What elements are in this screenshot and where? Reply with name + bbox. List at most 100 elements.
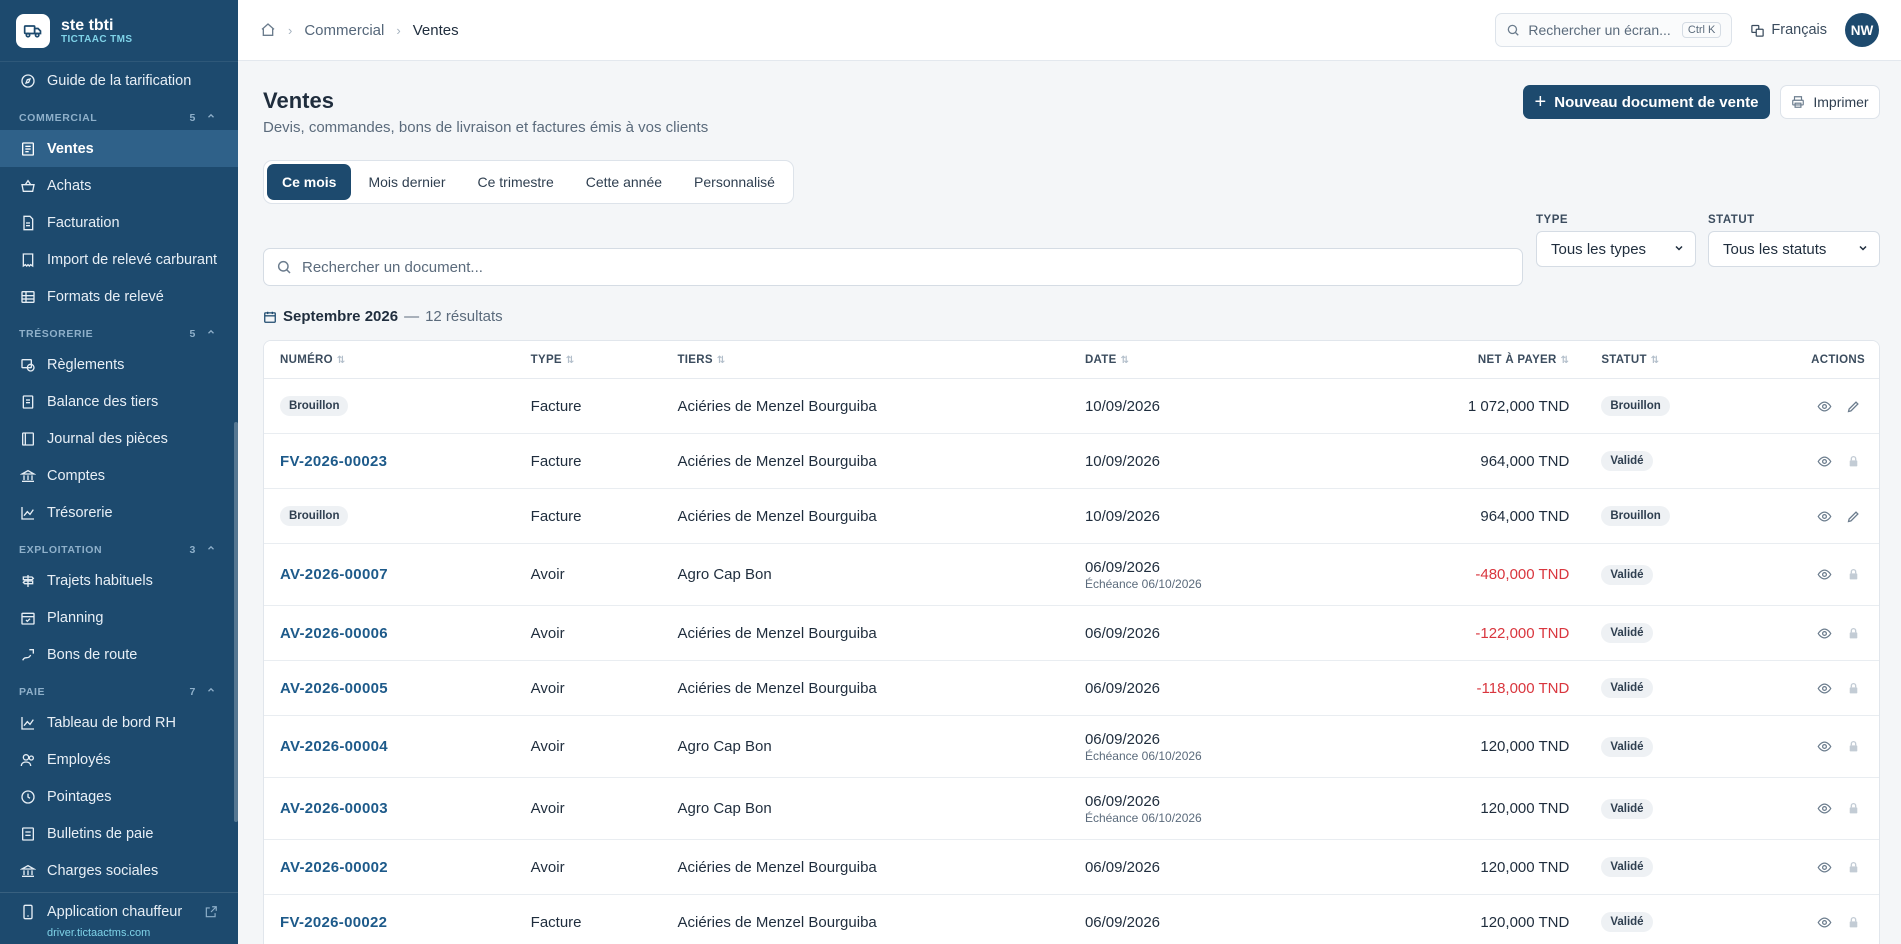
sidebar-item-balance-des-tiers[interactable]: Balance des tiers <box>0 383 238 420</box>
results-count: 12 résultats <box>425 308 503 325</box>
eye-icon[interactable] <box>1817 626 1832 641</box>
col-date[interactable]: DATE ⇅ <box>1085 354 1385 366</box>
sidebar-section-commercial[interactable]: COMMERCIAL 5 <box>0 99 238 130</box>
eye-icon[interactable] <box>1817 454 1832 469</box>
document-number-link[interactable]: AV-2026-00005 <box>280 680 388 697</box>
sidebar-scrollbar[interactable] <box>234 422 238 822</box>
brand[interactable]: ste tbti TICTAAC TMS <box>0 0 238 62</box>
document-number-link[interactable]: AV-2026-00006 <box>280 625 388 642</box>
type-select[interactable]: Tous les types <box>1536 231 1696 267</box>
sidebar-item-facturation[interactable]: Facturation <box>0 204 238 241</box>
sidebar-section-exploitation[interactable]: EXPLOITATION 3 <box>0 531 238 562</box>
date-value: 06/09/2026 <box>1084 792 1161 810</box>
lock-icon <box>1846 802 1861 815</box>
language-switcher[interactable]: Français <box>1750 22 1827 38</box>
cell-type: Avoir <box>530 566 565 583</box>
cell-tiers: Aciéries de Menzel Bourguiba <box>677 452 877 470</box>
sidebar-item-bulletins-de-paie[interactable]: Bulletins de paie <box>0 815 238 852</box>
tab-cette-annee[interactable]: Cette année <box>571 164 677 200</box>
eye-icon[interactable] <box>1817 509 1832 524</box>
col-status[interactable]: STATUT ⇅ <box>1575 354 1740 366</box>
tab-ce-trimestre[interactable]: Ce trimestre <box>463 164 569 200</box>
cell-tiers: Agro Cap Bon <box>677 566 772 583</box>
status-select[interactable]: Tous les statuts <box>1708 231 1880 267</box>
table-row[interactable]: AV-2026-00006 Avoir Aciéries de Menzel Bou… <box>264 606 1879 661</box>
document-number-link[interactable]: AV-2026-00002 <box>280 859 388 876</box>
tab-ce-mois[interactable]: Ce mois <box>267 164 352 200</box>
sidebar-item-journal-des-pieces[interactable]: Journal des pièces <box>0 420 238 457</box>
eye-icon[interactable] <box>1817 801 1832 816</box>
eye-icon[interactable] <box>1817 399 1832 414</box>
table-row[interactable]: AV-2026-00007 Avoir Agro Cap Bon 06/09/2026… <box>264 544 1879 606</box>
sidebar-item-trajets-habituels[interactable]: Trajets habituels <box>0 562 238 599</box>
bank-icon <box>20 468 36 484</box>
document-number-link[interactable]: FV-2026-00023 <box>280 453 387 470</box>
cell-type: Facture <box>530 913 582 931</box>
eye-icon[interactable] <box>1817 915 1832 930</box>
table-row[interactable]: FV-2026-00023 Facture Aciéries de Menzel B… <box>264 434 1879 489</box>
document-number-link[interactable]: FV-2026-00022 <box>280 914 387 931</box>
pencil-icon[interactable] <box>1846 509 1861 524</box>
driver-app-link[interactable]: Application chauffeur <box>20 897 218 927</box>
eye-icon[interactable] <box>1817 860 1832 875</box>
cell-type: Avoir <box>530 679 565 697</box>
eye-icon[interactable] <box>1817 739 1832 754</box>
sidebar-item-formats-de-releve[interactable]: Formats de relevé <box>0 278 238 315</box>
table-row[interactable]: Brouillon Facture Aciéries de Menzel Bourg… <box>264 379 1879 434</box>
table-row[interactable]: AV-2026-00002 Avoir Aciéries de Menzel Bou… <box>264 840 1879 895</box>
sidebar-item-guide-de-la-tarification[interactable]: Guide de la tarification <box>0 62 238 99</box>
chart-line-icon <box>20 505 36 521</box>
document-search-input[interactable]: Rechercher un document... <box>263 248 1523 286</box>
cell-net: -122,000 TND <box>1475 624 1570 642</box>
eye-icon[interactable] <box>1817 567 1832 582</box>
table-row[interactable]: AV-2026-00005 Avoir Aciéries de Menzel Bou… <box>264 661 1879 716</box>
pencil-icon[interactable] <box>1846 399 1861 414</box>
global-search-input[interactable]: Rechercher un écran... Ctrl K <box>1495 13 1733 47</box>
document-number-link[interactable]: AV-2026-00007 <box>280 566 388 583</box>
sidebar-item-tresorerie[interactable]: Trésorerie <box>0 494 238 531</box>
sidebar-item-tableau-de-bord-rh[interactable]: Tableau de bord RH <box>0 704 238 741</box>
col-num[interactable]: NUMÉRO ⇅ <box>264 354 531 366</box>
status-badge: Validé <box>1601 912 1653 932</box>
sidebar-item-planning[interactable]: Planning <box>0 599 238 636</box>
sidebar-item-comptes[interactable]: Comptes <box>0 457 238 494</box>
col-type[interactable]: TYPE ⇅ <box>531 354 678 366</box>
sidebar-item-label: Bulletins de paie <box>47 825 154 842</box>
print-button[interactable]: Imprimer <box>1780 85 1880 119</box>
sidebar-item-charges-sociales[interactable]: Charges sociales <box>0 852 238 889</box>
sidebar-section-paie[interactable]: PAIE 7 <box>0 673 238 704</box>
sidebar-item-achats[interactable]: Achats <box>0 167 238 204</box>
sidebar-item-reglements[interactable]: Règlements <box>0 346 238 383</box>
cell-num: AV-2026-00005 <box>264 680 531 697</box>
sidebar-item-pointages[interactable]: Pointages <box>0 778 238 815</box>
col-net[interactable]: NET À PAYER ⇅ <box>1385 354 1576 366</box>
chevron-up-icon <box>206 543 216 556</box>
table-row[interactable]: FV-2026-00022 Facture Aciéries de Menzel B… <box>264 895 1879 944</box>
col-tiers[interactable]: TIERS ⇅ <box>677 354 1084 366</box>
tab-personnalise[interactable]: Personnalisé <box>679 164 790 200</box>
sidebar-item-employes[interactable]: Employés <box>0 741 238 778</box>
status-select-value: Tous les statuts <box>1723 240 1827 258</box>
sidebar-item-ventes[interactable]: Ventes <box>0 130 238 167</box>
results-summary: Septembre 2026 — 12 résultats <box>263 308 503 325</box>
sidebar-item-import-de-releve-carburant[interactable]: Import de relevé carburant <box>0 241 238 278</box>
cell-type: Facture <box>530 397 582 415</box>
table-row[interactable]: AV-2026-00003 Avoir Agro Cap Bon 06/09/2026… <box>264 778 1879 840</box>
avatar[interactable]: NW <box>1845 13 1879 47</box>
home-icon[interactable] <box>260 22 276 38</box>
document-number-link[interactable]: AV-2026-00003 <box>280 800 388 817</box>
sidebar-item-bons-de-route[interactable]: Bons de route <box>0 636 238 673</box>
table-row[interactable]: Brouillon Facture Aciéries de Menzel Bourg… <box>264 489 1879 544</box>
new-sale-document-button[interactable]: + Nouveau document de vente <box>1523 85 1770 119</box>
users-icon <box>20 752 36 768</box>
page-subtitle: Devis, commandes, bons de livraison et f… <box>263 119 709 136</box>
document-number-link[interactable]: AV-2026-00004 <box>280 738 388 755</box>
plus-icon: + <box>1534 91 1547 113</box>
eye-icon[interactable] <box>1817 681 1832 696</box>
sidebar-section-tresorerie[interactable]: TRÉSORERIE 5 <box>0 315 238 346</box>
breadcrumb-commercial[interactable]: Commercial <box>304 22 384 39</box>
tab-mois-dernier[interactable]: Mois dernier <box>353 164 460 200</box>
table-row[interactable]: AV-2026-00004 Avoir Agro Cap Bon 06/09/2026… <box>264 716 1879 778</box>
cell-date: 10/09/2026 <box>1085 453 1385 470</box>
col-date-label: DATE <box>1084 353 1117 366</box>
